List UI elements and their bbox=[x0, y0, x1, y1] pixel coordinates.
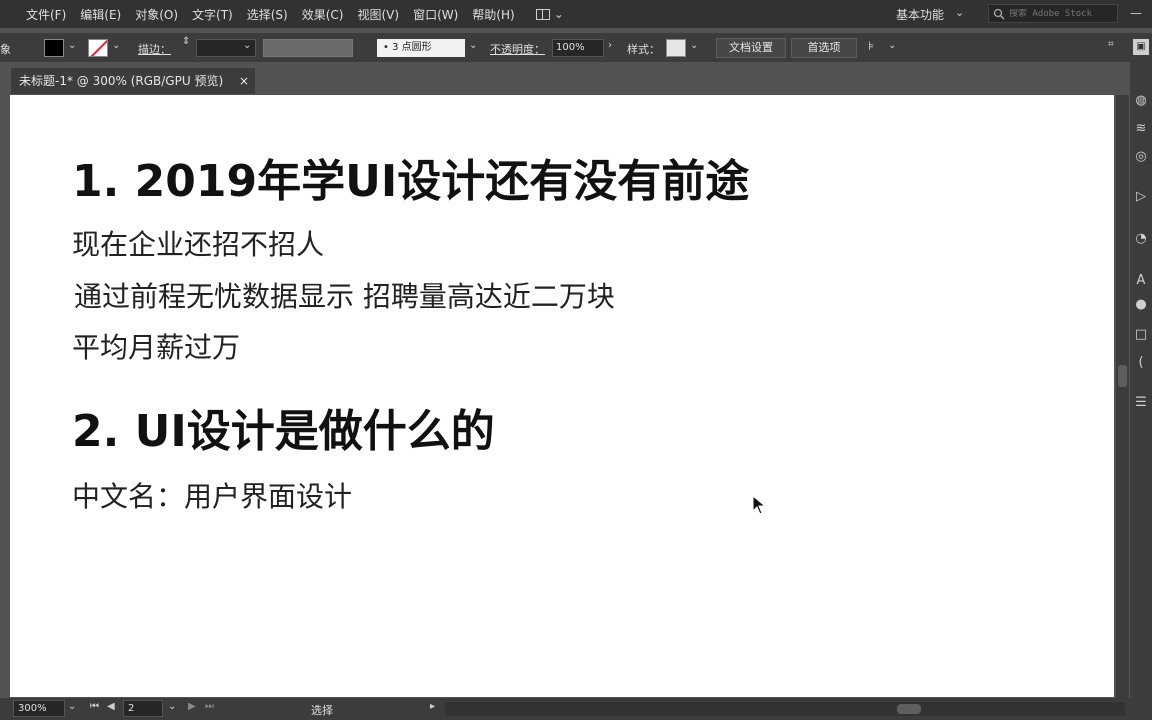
stepper-icon[interactable]: ⇕ bbox=[182, 36, 190, 47]
text-line-3[interactable]: 平均月薪过万 bbox=[72, 326, 240, 366]
align-icon[interactable]: ⊧ bbox=[868, 39, 874, 53]
chevron-down-icon[interactable]: ⌄ bbox=[469, 40, 477, 51]
menu-window[interactable]: 窗口(W) bbox=[406, 6, 465, 23]
document-tab[interactable]: 未标题-1* @ 300% (RGB/GPU 预览) × bbox=[11, 68, 255, 94]
panel-dock: ▣ ◍ ≋ ◎ ▷ ◔ A ● □ ( ☰ bbox=[1130, 33, 1152, 698]
symbols-icon[interactable]: ● bbox=[1133, 297, 1149, 313]
menu-help[interactable]: 帮助(H) bbox=[465, 6, 521, 23]
document-tab-bar: 未标题-1* @ 300% (RGB/GPU 预览) × bbox=[0, 66, 1130, 94]
opacity-label[interactable]: 不透明度： bbox=[490, 41, 545, 57]
color-icon[interactable]: ◎ bbox=[1133, 149, 1149, 165]
next-artboard-icon[interactable]: ▶ bbox=[188, 701, 196, 712]
current-tool-status: 选择 bbox=[311, 704, 333, 717]
stock-search-box[interactable] bbox=[988, 4, 1118, 23]
brush-definition-value: 3 点圆形 bbox=[392, 42, 432, 53]
actions-icon[interactable]: ▷ bbox=[1133, 189, 1149, 205]
selection-label: 象 bbox=[0, 43, 11, 56]
character-icon[interactable]: A bbox=[1133, 273, 1149, 289]
chevron-down-icon[interactable]: ⌄ bbox=[68, 40, 76, 51]
menu-file[interactable]: 文件(F) bbox=[19, 6, 73, 23]
chevron-down-icon[interactable]: ⌄ bbox=[168, 701, 176, 712]
chevron-down-icon: ⌄ bbox=[553, 7, 564, 21]
variable-width-profile[interactable] bbox=[263, 39, 353, 57]
text-line-4[interactable]: 中文名：用户界面设计 bbox=[72, 475, 352, 515]
menu-effect[interactable]: 效果(C) bbox=[295, 6, 351, 23]
control-bar: 象 ⌄ ⌄ 描边： ⇕ ⌄ • 3 点圆形 ⌄ 不透明度： 100% › 样式：… bbox=[0, 33, 1152, 62]
status-menu-arrow-icon[interactable]: ▸ bbox=[430, 701, 435, 712]
chevron-down-icon[interactable]: ⌄ bbox=[690, 40, 698, 51]
layout-grid-icon bbox=[535, 8, 550, 20]
preferences-button[interactable]: 首选项 bbox=[791, 38, 857, 58]
style-label: 样式： bbox=[627, 43, 660, 56]
text-line-1[interactable]: 现在企业还招不招人 bbox=[72, 223, 324, 263]
opacity-field[interactable]: 100% bbox=[552, 39, 604, 57]
brushes-icon[interactable]: ◔ bbox=[1133, 231, 1149, 247]
menu-select[interactable]: 选择(S) bbox=[240, 6, 295, 23]
menu-type[interactable]: 文字(T) bbox=[185, 6, 240, 23]
vertical-scroll-thumb[interactable] bbox=[1118, 365, 1127, 387]
artboard[interactable]: 1. 2019年学UI设计还有没有前途 现在企业还招不招人 通过前程无忧数据显示… bbox=[10, 95, 1114, 697]
menu-object[interactable]: 对象(O) bbox=[128, 6, 185, 23]
search-icon bbox=[993, 8, 1005, 19]
document-title: 未标题-1* @ 300% (RGB/GPU 预览) bbox=[19, 74, 224, 88]
close-icon[interactable]: × bbox=[239, 68, 249, 94]
menu-bar: 文件(F) 编辑(E) 对象(O) 文字(T) 选择(S) 效果(C) 视图(V… bbox=[0, 0, 1152, 28]
chevron-down-icon[interactable]: ⌄ bbox=[68, 701, 76, 712]
minimize-icon[interactable]: — bbox=[1130, 6, 1142, 20]
chevron-down-icon[interactable]: ⌄ bbox=[243, 40, 251, 51]
mouse-pointer-icon bbox=[752, 495, 767, 515]
dot-icon: • bbox=[383, 42, 389, 53]
heading-2[interactable]: 2. UI设计是做什么的 bbox=[72, 395, 495, 459]
layers-icon[interactable]: ≋ bbox=[1133, 121, 1149, 137]
first-artboard-icon[interactable]: ⏮ bbox=[90, 701, 99, 712]
transparency-icon[interactable]: □ bbox=[1133, 327, 1149, 343]
chevron-right-icon[interactable]: › bbox=[608, 40, 612, 51]
appearance-icon[interactable]: ( bbox=[1133, 355, 1149, 371]
libraries-icon[interactable]: ◍ bbox=[1133, 93, 1149, 109]
artboard-number-field[interactable]: 2 bbox=[123, 700, 163, 717]
properties-panel-icon[interactable]: ▣ bbox=[1133, 39, 1149, 55]
chevron-down-icon[interactable]: ⌄ bbox=[112, 40, 120, 51]
stroke-color-swatch[interactable] bbox=[88, 39, 108, 57]
stock-search-input[interactable] bbox=[1009, 8, 1109, 19]
workspace-switcher[interactable]: 基本功能 bbox=[896, 6, 944, 23]
menu-edit[interactable]: 编辑(E) bbox=[73, 6, 128, 23]
arrange-documents-button[interactable]: ⌄ bbox=[535, 7, 564, 21]
graphic-style-swatch[interactable] bbox=[666, 39, 686, 57]
zoom-field[interactable]: 300% bbox=[13, 700, 65, 717]
menu-view[interactable]: 视图(V) bbox=[350, 6, 406, 23]
horizontal-scrollbar[interactable] bbox=[445, 702, 1125, 716]
transform-icon[interactable]: ⌗ bbox=[1108, 39, 1114, 50]
chevron-down-icon[interactable]: ⌄ bbox=[955, 6, 964, 19]
status-bar: 300% ⌄ ⏮ ◀ 2 ⌄ ▶ ⏭ 选择 ▸ bbox=[0, 698, 1152, 720]
last-artboard-icon[interactable]: ⏭ bbox=[205, 701, 214, 712]
stroke-label[interactable]: 描边： bbox=[138, 41, 171, 57]
align-panel-icon[interactable]: ☰ bbox=[1133, 395, 1149, 411]
fill-color-swatch[interactable] bbox=[44, 39, 64, 57]
chevron-down-icon[interactable]: ⌄ bbox=[888, 40, 896, 51]
document-setup-button[interactable]: 文档设置 bbox=[716, 38, 786, 58]
brush-definition[interactable]: • 3 点圆形 bbox=[377, 39, 465, 57]
previous-artboard-icon[interactable]: ◀ bbox=[107, 701, 115, 712]
vertical-scrollbar[interactable] bbox=[1116, 95, 1129, 698]
text-line-2[interactable]: 通过前程无忧数据显示 招聘量高达近二万块 bbox=[74, 275, 615, 315]
heading-1[interactable]: 1. 2019年学UI设计还有没有前途 bbox=[72, 145, 749, 209]
horizontal-scroll-thumb[interactable] bbox=[897, 704, 921, 714]
